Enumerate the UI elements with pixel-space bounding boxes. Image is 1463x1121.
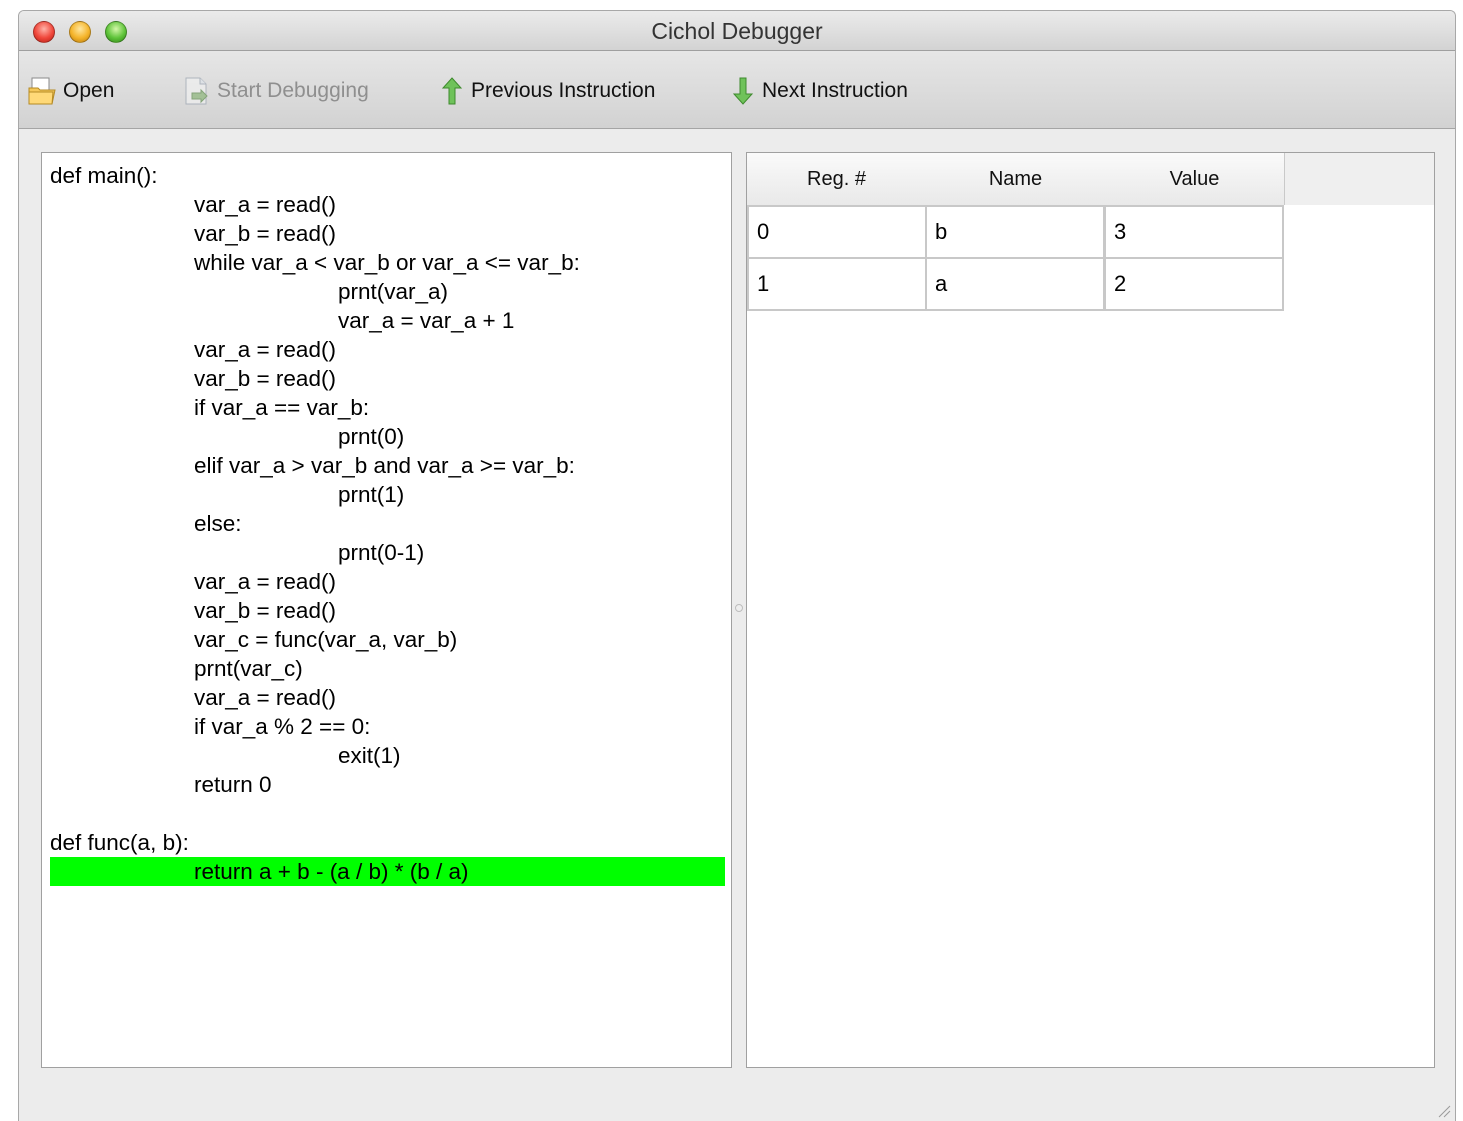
table-cell[interactable]: b [925,205,1105,259]
code-line: var_b = read() [194,221,336,246]
splitter-handle[interactable] [735,604,743,612]
code-line: prnt(0) [338,424,405,449]
code-line: else: [194,511,242,536]
open-label: Open [63,79,115,102]
code-line: prnt(1) [338,482,405,507]
code-line: var_a = read() [194,192,336,217]
code-line: elif var_a > var_b and var_a >= var_b: [194,453,575,478]
table-cell[interactable]: 3 [1104,205,1284,259]
table-cell[interactable]: 2 [1104,257,1284,311]
arrow-down-icon [732,77,754,105]
toolbar: Open Start Debugging Previous Instructio… [19,51,1455,129]
code-line: exit(1) [338,743,401,768]
code-line: def func(a, b): [50,830,189,855]
arrow-up-icon [441,77,463,105]
current-line-highlight: return a + b - (a / b) * (b / a) [50,857,725,886]
column-header-reg[interactable]: Reg. # [747,153,927,205]
code-line: var_a = read() [194,685,336,710]
code-line: if var_a % 2 == 0: [194,714,371,739]
code-line: while var_a < var_b or var_a <= var_b: [194,250,580,275]
registers-table: Reg. # Name Value 0 b 3 1 a 2 [746,152,1435,1068]
next-instruction-button[interactable]: Next Instruction [730,73,908,109]
next-instruction-label: Next Instruction [762,79,908,102]
resize-grip-icon[interactable] [1435,1102,1451,1118]
column-header-value[interactable]: Value [1105,153,1285,205]
start-debugging-button[interactable]: Start Debugging [181,73,369,109]
window-title: Cichol Debugger [651,18,823,44]
code-line: var_b = read() [194,598,336,623]
table-cell[interactable]: 1 [747,257,927,311]
source-code-view[interactable]: def main(): var_a = read() var_b = read() w… [41,152,732,1068]
code-line: var_a = var_a + 1 [338,308,515,333]
table-cell[interactable]: a [925,257,1105,311]
code-line: var_b = read() [194,366,336,391]
code-line: var_c = func(var_a, var_b) [194,627,458,652]
start-debugging-label: Start Debugging [217,79,369,102]
debug-document-icon [185,77,208,105]
debugger-window: Cichol Debugger Open Start Debugging Pre… [18,10,1456,1121]
code-line: def main(): [50,163,158,188]
code-line: prnt(0-1) [338,540,425,565]
code-line: var_a = read() [194,569,336,594]
main-content: def main(): var_a = read() var_b = read() w… [19,130,1455,1121]
previous-instruction-label: Previous Instruction [471,79,656,102]
code-line: prnt(var_a) [338,279,449,304]
code-line: prnt(var_c) [194,656,303,681]
table-cell[interactable]: 0 [747,205,927,259]
code-line: return 0 [194,772,272,797]
title-bar: Cichol Debugger [19,11,1455,51]
folder-icon [28,77,56,105]
previous-instruction-button[interactable]: Previous Instruction [439,73,655,109]
column-header-name[interactable]: Name [926,153,1106,205]
open-button[interactable]: Open [27,73,114,109]
code-line: var_a = read() [194,337,336,362]
code-line: if var_a == var_b: [194,395,370,420]
